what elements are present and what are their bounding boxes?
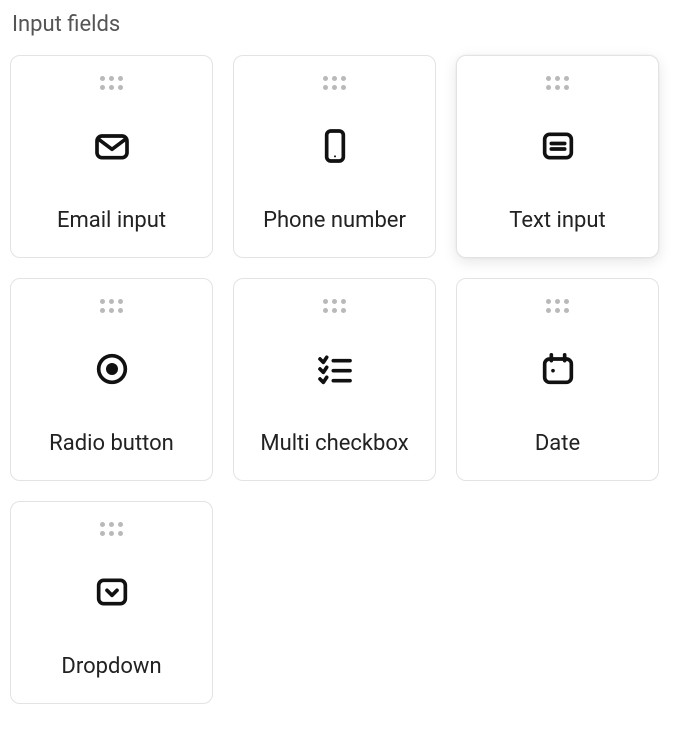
field-card-text[interactable]: Text input xyxy=(456,55,659,258)
input-fields-grid: Email input Phone number Text input Radio b… xyxy=(10,55,684,704)
field-card-label: Phone number xyxy=(263,208,406,233)
phone-icon xyxy=(315,84,355,208)
mail-icon xyxy=(92,84,132,208)
field-card-radio[interactable]: Radio button xyxy=(10,278,213,481)
field-card-multicheck[interactable]: Multi checkbox xyxy=(233,278,436,481)
field-card-label: Radio button xyxy=(49,431,174,456)
field-card-label: Multi checkbox xyxy=(260,431,408,456)
radio-icon xyxy=(92,307,132,431)
multicheck-icon xyxy=(315,307,355,431)
calendar-icon xyxy=(538,307,578,431)
field-card-calendar[interactable]: Date xyxy=(456,278,659,481)
text-icon xyxy=(538,84,578,208)
field-card-dropdown[interactable]: Dropdown xyxy=(10,501,213,704)
field-card-mail[interactable]: Email input xyxy=(10,55,213,258)
field-card-label: Dropdown xyxy=(61,654,161,679)
field-card-label: Date xyxy=(535,431,580,456)
dropdown-icon xyxy=(92,530,132,654)
field-card-label: Text input xyxy=(509,208,605,233)
section-title: Input fields xyxy=(12,12,684,37)
field-card-label: Email input xyxy=(57,208,166,233)
field-card-phone[interactable]: Phone number xyxy=(233,55,436,258)
